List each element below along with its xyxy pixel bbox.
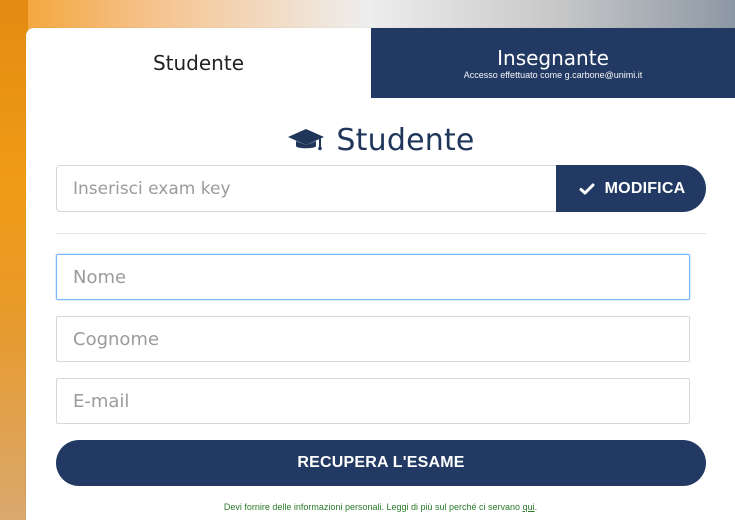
exam-key-group: MODIFICA <box>56 165 706 212</box>
login-panel: Studente Insegnante Accesso effettuato c… <box>26 28 735 520</box>
tab-insegnante[interactable]: Insegnante Accesso effettuato come g.car… <box>371 28 735 98</box>
background-left-strip <box>0 0 28 520</box>
privacy-note: Devi fornire delle informazioni personal… <box>26 502 735 512</box>
page-title: Studente <box>26 120 735 160</box>
modify-button-label: MODIFICA <box>604 179 686 197</box>
privacy-note-text: Devi fornire delle informazioni personal… <box>223 502 523 512</box>
privacy-link[interactable]: qui <box>523 502 535 512</box>
check-icon <box>577 179 597 199</box>
page-title-text: Studente <box>336 122 475 158</box>
recupera-esame-label: RECUPERA L'ESAME <box>297 454 465 471</box>
tab-studente-label: Studente <box>152 51 245 75</box>
background-top-band <box>0 0 735 30</box>
section-divider <box>56 233 706 234</box>
email-field[interactable] <box>56 378 690 424</box>
tab-studente[interactable]: Studente <box>26 28 371 98</box>
modify-button[interactable]: MODIFICA <box>556 165 706 212</box>
privacy-note-suffix: . <box>534 502 538 512</box>
surname-field[interactable] <box>56 316 690 362</box>
tab-insegnante-label: Insegnante <box>497 46 609 71</box>
recupera-esame-button[interactable]: RECUPERA L'ESAME <box>56 440 706 486</box>
tabs: Studente Insegnante Accesso effettuato c… <box>26 28 735 98</box>
name-field[interactable] <box>56 254 690 300</box>
exam-key-input[interactable] <box>56 165 556 212</box>
teacher-account-info: Accesso effettuato come g.carbone@unimi.… <box>463 70 643 81</box>
graduation-cap-icon <box>286 127 326 153</box>
